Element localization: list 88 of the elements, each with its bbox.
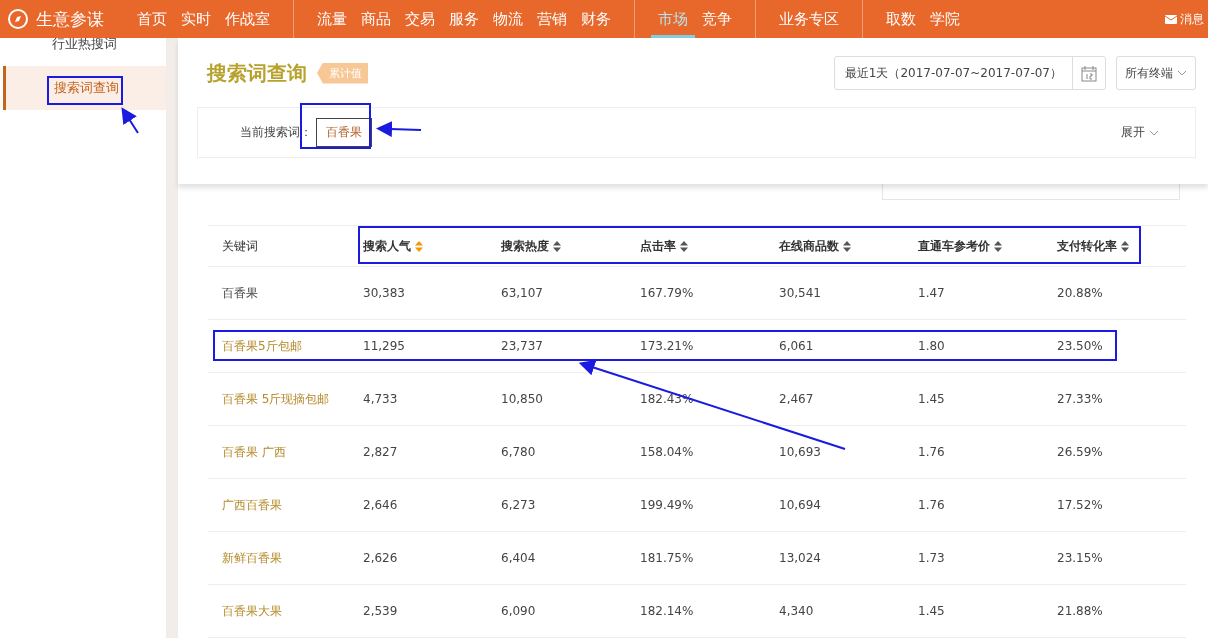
annotation-box [300,103,371,149]
table-cell-text: 1.47 [917,286,946,300]
column-header[interactable]: 搜索人气 [349,237,487,255]
table-cell-text: 30,383 [362,286,406,300]
keyword-link[interactable]: 新鲜百香果 [208,549,349,567]
cumulative-badge: 累计值 [317,62,368,84]
mail-icon [1165,14,1177,24]
table-cell-text: 63,107 [500,286,544,300]
keyword-link[interactable]: 百香果 广西 [208,443,349,461]
table-cell-text: 6,061 [778,339,815,353]
table-cell-text: 10,693 [778,445,822,459]
table-cell-text: 23,737 [500,339,544,353]
chevron-down-icon [1177,70,1187,76]
nav-tab[interactable]: 业务专区 [772,0,846,38]
column-header[interactable]: 直通车参考价 [904,237,1043,255]
table-cell-text: 6,273 [500,498,537,512]
nav-tab[interactable]: 竞争 [695,0,739,38]
table-cell-text: 4,340 [778,604,815,618]
table-cell-text: 6,404 [500,551,537,565]
sidebar-item[interactable]: 搜索词查询 [3,66,166,110]
table-cell-text: 1.80 [917,339,946,353]
table-cell-text: 10,694 [778,498,822,512]
nav-tab[interactable]: 流量 [310,0,354,38]
nav-tab[interactable]: 物流 [486,0,530,38]
nav-tab[interactable]: 作战室 [218,0,277,38]
search-field[interactable] [882,184,1180,200]
compass-icon [8,9,28,29]
keyword-text: 百香果 [221,284,259,302]
table-cell-text: 2,827 [362,445,399,459]
annotation-arrow [121,107,139,134]
nav-tab[interactable]: 交易 [398,0,442,38]
table-cell-text: 27.33% [1056,392,1104,406]
table-cell-text: 1.45 [917,604,946,618]
table-cell-text: 173.21% [639,339,695,353]
nav-tab[interactable]: 学院 [923,0,967,38]
column-header[interactable]: 支付转化率 [1043,237,1186,255]
table-cell-text: 1.76 [917,445,946,459]
keyword-link[interactable]: 广西百香果 [208,496,349,514]
table-cell-text: 6,780 [500,445,537,459]
column-header[interactable]: 关键词 [208,237,349,255]
table-cell-text: 23.15% [1056,551,1104,565]
table-cell-text: 199.49% [639,498,695,512]
page-title: 搜索词查询 [207,59,307,87]
column-header[interactable]: 点击率 [626,237,765,255]
table-cell-text: 181.75% [639,551,695,565]
calendar-icon [1081,64,1097,82]
terminal-select[interactable]: 所有终端 [1116,56,1196,90]
table-cell-text: 2,467 [778,392,815,406]
app-logo: 生意参谋 [36,7,104,31]
table-cell-text: 17.52% [1056,498,1104,512]
table-cell-text: 6,090 [500,604,537,618]
column-header[interactable]: 在线商品数 [765,237,904,255]
nav-tab[interactable]: 服务 [442,0,486,38]
table-cell-text: 2,646 [362,498,399,512]
table-cell-text: 167.79% [639,286,695,300]
table-cell-text: 2,539 [362,604,399,618]
chevron-down-icon [1149,129,1159,136]
messages-link[interactable]: 消息 [1165,10,1208,28]
table-cell-text: 13,024 [778,551,822,565]
table-cell-text: 4,733 [362,392,399,406]
table-cell-text: 158.04% [639,445,695,459]
table-cell-text: 1.73 [917,551,946,565]
current-term: 百香果 [316,118,372,147]
table-cell-text: 30,541 [778,286,822,300]
nav-tab[interactable]: 营销 [530,0,574,38]
table-cell-text: 1.76 [917,498,946,512]
date-picker[interactable]: 最近1天（2017-07-07~2017-07-07） [833,56,1106,90]
table-cell-text: 2,626 [362,551,399,565]
table-cell-text: 10,850 [500,392,544,406]
nav-tab[interactable]: 首页 [130,0,174,38]
current-term-label: 当前搜索词： [240,124,312,141]
annotation-arrow [376,121,422,138]
table-cell-text: 20.88% [1056,286,1104,300]
table-cell-text: 1.45 [917,392,946,406]
table-cell-text: 21.88% [1056,604,1104,618]
table-cell-text: 26.59% [1056,445,1104,459]
nav-tab[interactable]: 商品 [354,0,398,38]
nav-tab[interactable]: 取数 [879,0,923,38]
nav-tab[interactable]: 实时 [174,0,218,38]
keyword-link[interactable]: 百香果 5斤现摘包邮 [208,390,349,408]
table-cell-text: 23.50% [1056,339,1104,353]
table-cell-text: 182.14% [639,604,695,618]
nav-tab[interactable]: 财务 [574,0,618,38]
keyword-link[interactable]: 百香果大果 [208,602,349,620]
expand-link[interactable]: 展开 [1121,124,1159,141]
column-header[interactable]: 搜索热度 [487,237,626,255]
keyword-link[interactable]: 百香果5斤包邮 [208,337,349,355]
table-cell-text: 11,295 [362,339,406,353]
